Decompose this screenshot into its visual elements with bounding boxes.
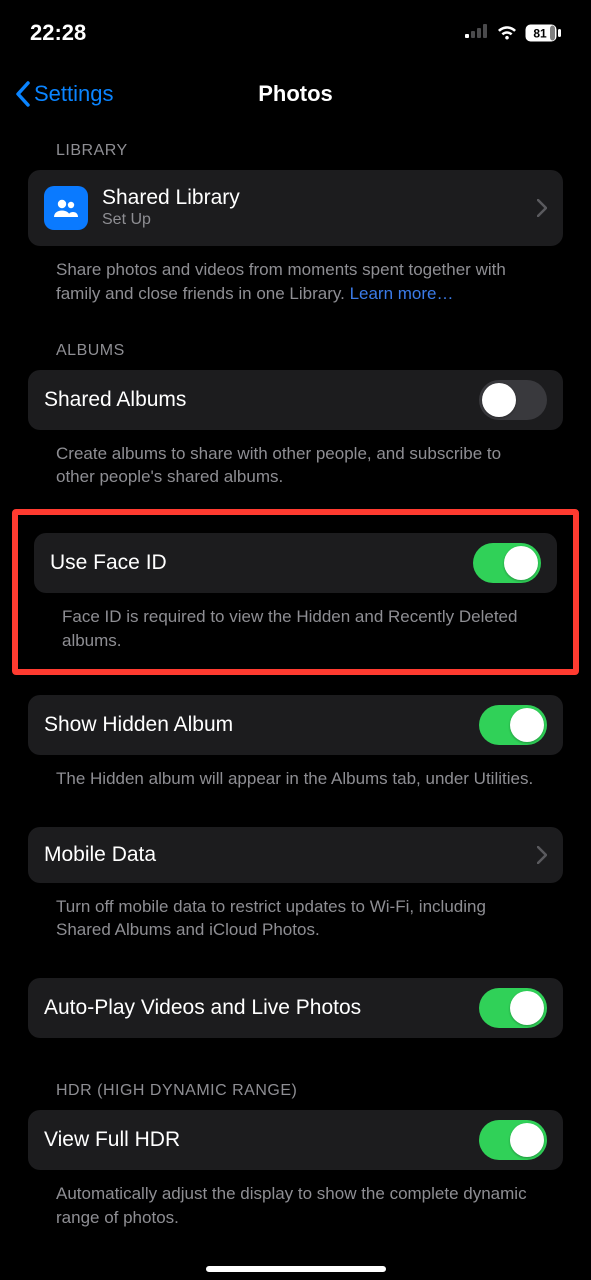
shared-albums-label: Shared Albums [44, 388, 465, 412]
hdr-footer: Automatically adjust the display to show… [56, 1182, 535, 1230]
mobile-data-footer: Turn off mobile data to restrict updates… [56, 895, 535, 943]
autoplay-label: Auto-Play Videos and Live Photos [44, 996, 465, 1020]
mobile-data-label: Mobile Data [44, 843, 523, 867]
shared-library-icon [44, 186, 88, 230]
show-hidden-footer: The Hidden album will appear in the Albu… [56, 767, 535, 791]
status-time: 22:28 [30, 20, 86, 46]
library-header: LIBRARY [56, 142, 563, 160]
show-hidden-toggle[interactable] [479, 705, 547, 745]
view-full-hdr-toggle[interactable] [479, 1120, 547, 1160]
battery-icon: 81 [525, 24, 561, 42]
shared-albums-toggle[interactable] [479, 380, 547, 420]
albums-header: ALBUMS [56, 342, 563, 360]
learn-more-link[interactable]: Learn more… [350, 284, 454, 303]
shared-library-subtitle: Set Up [102, 210, 523, 229]
status-bar: 22:28 81 [0, 0, 591, 58]
autoplay-row[interactable]: Auto-Play Videos and Live Photos [28, 978, 563, 1038]
shared-library-footer: Share photos and videos from moments spe… [56, 258, 535, 306]
use-face-id-footer: Face ID is required to view the Hidden a… [62, 605, 529, 653]
status-icons: 81 [465, 22, 561, 45]
wifi-icon [495, 22, 519, 45]
mobile-data-row[interactable]: Mobile Data [28, 827, 563, 883]
chevron-right-icon [537, 846, 547, 864]
page-title: Photos [258, 81, 333, 107]
use-face-id-row[interactable]: Use Face ID [34, 533, 557, 593]
back-button[interactable]: Settings [14, 81, 114, 107]
use-face-id-label: Use Face ID [50, 551, 459, 575]
show-hidden-label: Show Hidden Album [44, 713, 465, 737]
home-indicator[interactable] [206, 1266, 386, 1272]
back-label: Settings [34, 81, 114, 107]
hdr-header: HDR (HIGH DYNAMIC RANGE) [56, 1082, 563, 1100]
svg-text:81: 81 [533, 27, 547, 41]
view-full-hdr-row[interactable]: View Full HDR [28, 1110, 563, 1170]
use-face-id-toggle[interactable] [473, 543, 541, 583]
show-hidden-row[interactable]: Show Hidden Album [28, 695, 563, 755]
shared-albums-row[interactable]: Shared Albums [28, 370, 563, 430]
shared-library-title: Shared Library [102, 186, 523, 210]
view-full-hdr-label: View Full HDR [44, 1128, 465, 1152]
shared-albums-footer: Create albums to share with other people… [56, 442, 535, 490]
highlight-box: Use Face ID Face ID is required to view … [12, 509, 579, 675]
cellular-icon [465, 24, 489, 43]
chevron-left-icon [14, 81, 32, 107]
chevron-right-icon [537, 199, 547, 217]
autoplay-toggle[interactable] [479, 988, 547, 1028]
nav-bar: Settings Photos [0, 70, 591, 118]
shared-library-row[interactable]: Shared Library Set Up [28, 170, 563, 246]
